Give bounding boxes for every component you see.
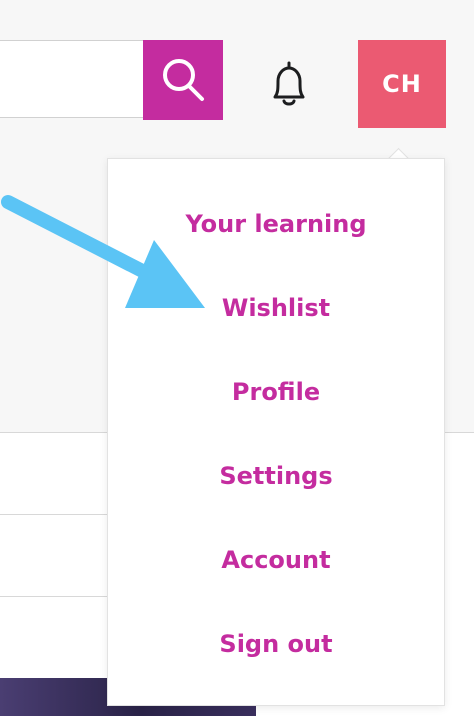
divider [0, 514, 120, 515]
notifications-button[interactable] [262, 56, 316, 112]
menu-item-settings[interactable]: Settings [108, 446, 444, 506]
search-button[interactable] [143, 40, 223, 120]
avatar[interactable]: CH [358, 40, 446, 128]
bell-icon [267, 59, 311, 109]
divider [0, 596, 120, 597]
menu-item-sign-out[interactable]: Sign out [108, 614, 444, 674]
menu-item-account[interactable]: Account [108, 530, 444, 590]
menu-item-profile[interactable]: Profile [108, 362, 444, 422]
search-icon [158, 55, 208, 105]
search-input[interactable] [0, 40, 145, 118]
pointer-arrow-icon [0, 180, 210, 324]
